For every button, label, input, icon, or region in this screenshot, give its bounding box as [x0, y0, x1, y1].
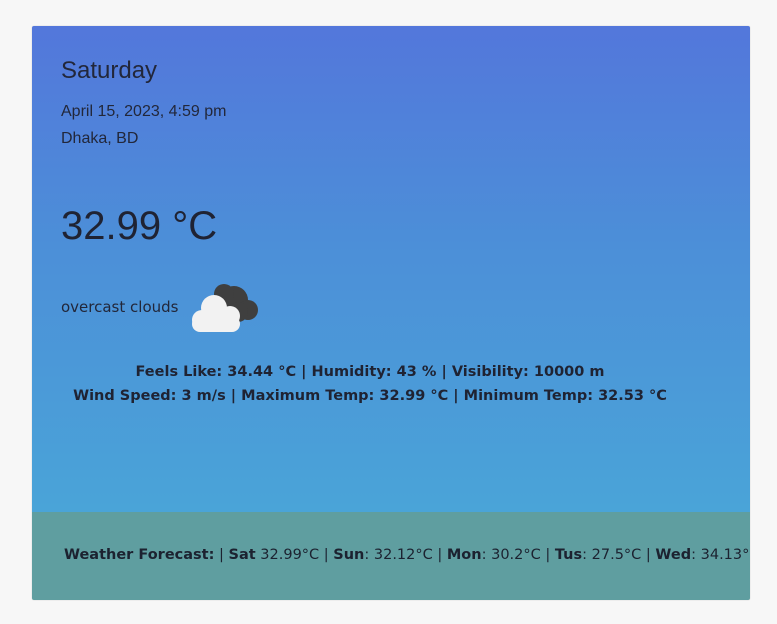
weather-card: Saturday April 15, 2023, 4:59 pm Dhaka, … — [32, 26, 750, 600]
forecast-item: Tus: 27.5°C — [554, 547, 642, 563]
forecast-bar: Weather Forecast: | Sat 32.99°C | Sun: 3… — [32, 512, 750, 600]
humidity-value: 43 % — [396, 364, 437, 380]
current-weather-panel: Saturday April 15, 2023, 4:59 pm Dhaka, … — [32, 26, 750, 512]
feels-like-value: 34.44 °C — [227, 364, 297, 380]
visibility-value: 10000 m — [533, 364, 605, 380]
forecast-item: Mon: 30.2°C — [446, 547, 541, 563]
weather-condition: overcast clouds — [61, 298, 179, 316]
weather-details: Feels Like: 34.44 °C | Humidity: 43 % | … — [32, 360, 708, 408]
visibility-label: Visibility: — [451, 364, 529, 380]
feels-like-label: Feels Like: — [135, 364, 223, 380]
forecast-item: Sat 32.99°C — [228, 547, 320, 563]
details-line-2: Wind Speed: 3 m/s | Maximum Temp: 32.99 … — [73, 388, 667, 404]
forecast-item: Wed: 34.13°C — [655, 547, 750, 563]
min-temp-label: Minimum Temp: — [463, 388, 594, 404]
humidity-label: Humidity: — [311, 364, 392, 380]
location: Dhaka, BD — [61, 130, 139, 147]
min-temp-value: 32.53 °C — [598, 388, 667, 404]
forecast-label: Weather Forecast: — [64, 547, 215, 563]
current-temperature: 32.99 °C — [61, 204, 218, 248]
date-time: April 15, 2023, 4:59 pm — [61, 103, 227, 120]
wind-speed-value: 3 m/s — [181, 388, 226, 404]
weekday: Saturday — [61, 57, 158, 84]
wind-speed-label: Wind Speed: — [73, 388, 177, 404]
max-temp-value: 32.99 °C — [379, 388, 449, 404]
details-line-1: Feels Like: 34.44 °C | Humidity: 43 % | … — [135, 364, 605, 380]
forecast-line: Weather Forecast: | Sat 32.99°C | Sun: 3… — [64, 547, 750, 563]
overcast-clouds-icon — [192, 284, 258, 332]
forecast-item: Sun: 32.12°C — [333, 547, 433, 563]
max-temp-label: Maximum Temp: — [241, 388, 375, 404]
